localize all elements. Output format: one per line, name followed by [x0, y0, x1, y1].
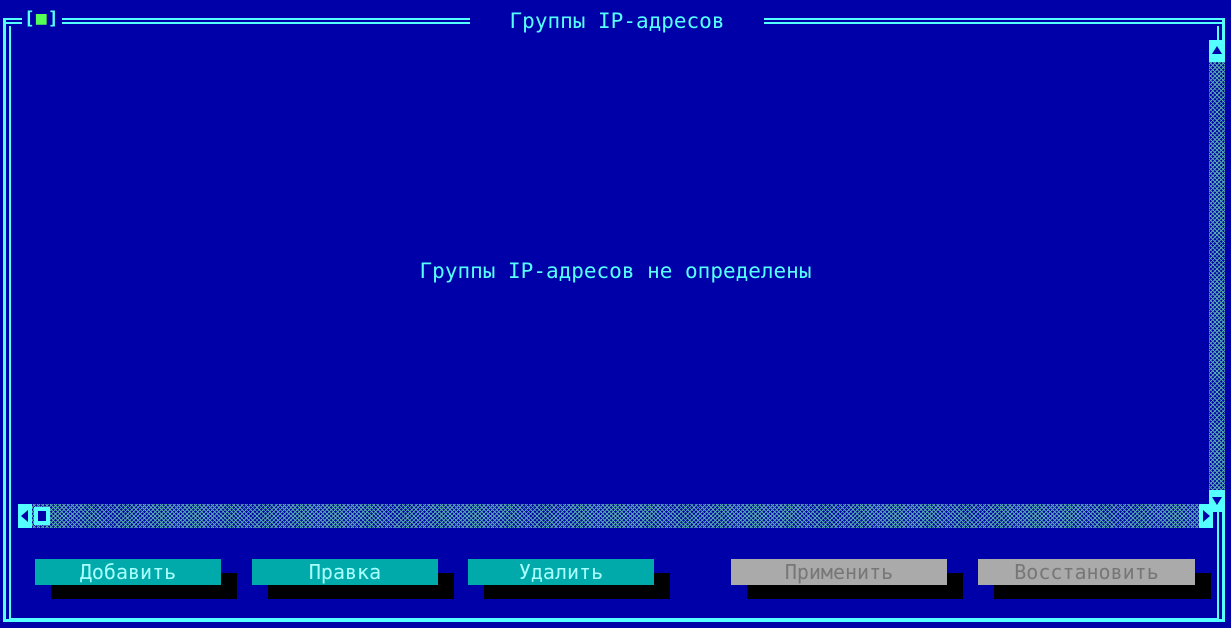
scroll-thumb[interactable] — [34, 507, 50, 525]
close-box-mark: ■ — [35, 8, 48, 29]
restore-button[interactable]: Восстановить — [978, 559, 1195, 585]
delete-button[interactable]: Удалить — [468, 559, 654, 585]
window-frame-inner — [9, 26, 1219, 620]
arrow-left-icon[interactable] — [18, 504, 32, 528]
close-box-close: ] — [47, 8, 60, 29]
close-box-icon[interactable]: [■] — [22, 8, 62, 30]
add-button[interactable]: Добавить — [35, 559, 221, 585]
arrow-right-icon[interactable] — [1199, 504, 1213, 528]
window-title: Группы IP-адресов — [470, 8, 764, 34]
apply-button[interactable]: Применить — [731, 559, 947, 585]
empty-list-message: Группы IP-адресов не определены — [419, 259, 812, 283]
close-box-open: [ — [24, 8, 36, 29]
delete-button-group: Удалить — [468, 559, 670, 599]
arrow-up-icon[interactable] — [1209, 40, 1225, 62]
edit-button-group: Правка — [252, 559, 454, 599]
add-button-group: Добавить — [35, 559, 237, 599]
restore-button-group: Восстановить — [978, 559, 1211, 599]
apply-button-group: Применить — [731, 559, 963, 599]
edit-button[interactable]: Правка — [252, 559, 438, 585]
horizontal-scrollbar[interactable] — [18, 504, 1213, 528]
dialog-window: [■] Группы IP-адресов Группы IP-адресов … — [0, 0, 1231, 628]
